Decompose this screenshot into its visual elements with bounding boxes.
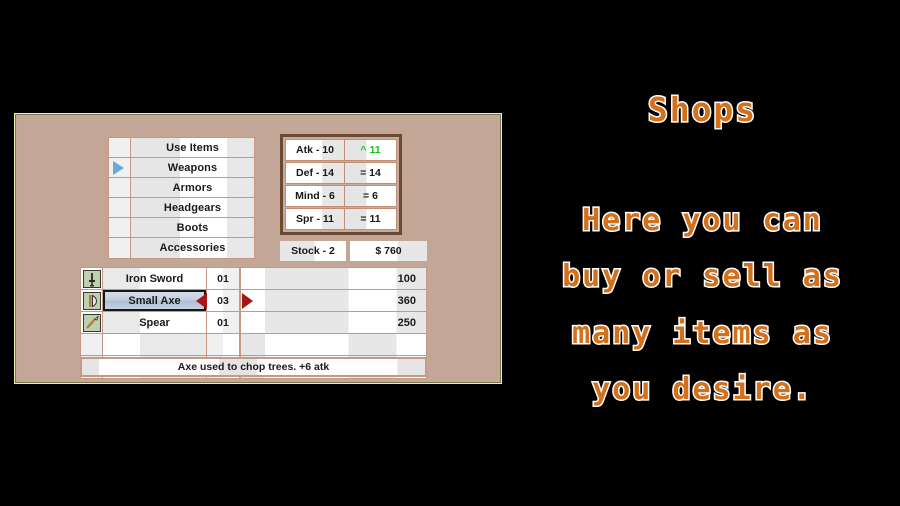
stats-panel: Atk - 10 ^ 11 Def - 14 = 14 Mind - 6 = 6 Spr -… bbox=[280, 134, 402, 235]
callout-line: buy or sell as bbox=[561, 258, 843, 296]
item-quantity-cell bbox=[206, 334, 240, 355]
category-label: Use Items bbox=[166, 141, 219, 154]
item-name: Spear bbox=[139, 316, 170, 329]
quantity-arrow-wrap bbox=[240, 290, 254, 311]
item-name: Iron Sword bbox=[125, 272, 184, 285]
category-cursor-cell bbox=[109, 238, 131, 258]
item-row[interactable]: Iron Sword 01 100 bbox=[81, 268, 426, 290]
item-icon-cell bbox=[81, 268, 103, 289]
callout-body: Here you can buy or sell as many items as y… bbox=[505, 193, 900, 419]
callout-line: many items as bbox=[571, 314, 833, 352]
category-cursor-cell bbox=[109, 158, 131, 177]
stat-row: Spr - 11 = 11 bbox=[285, 208, 397, 230]
stock-display: Stock - 2 bbox=[280, 241, 346, 261]
category-row-boots[interactable]: Boots bbox=[109, 218, 254, 238]
stat-row: Def - 14 = 14 bbox=[285, 162, 397, 184]
sword-icon bbox=[82, 269, 101, 288]
item-quantity-cell: 01 bbox=[206, 312, 240, 333]
category-row-headgears[interactable]: Headgears bbox=[109, 198, 254, 218]
callout-line: you desire. bbox=[591, 371, 813, 409]
category-row-weapons[interactable]: Weapons bbox=[109, 158, 254, 178]
item-price-cell: 360 bbox=[240, 290, 426, 311]
selection-arrow-left-icon bbox=[196, 292, 207, 309]
money-display: $ 760 bbox=[350, 241, 427, 261]
callout-line: Here you can bbox=[581, 201, 823, 239]
item-icon-cell bbox=[81, 312, 103, 333]
stat-name: Spr - 11 bbox=[286, 209, 344, 229]
item-price-cell: 100 bbox=[240, 268, 426, 289]
stock-money-row: Stock - 2 $ 760 bbox=[280, 241, 427, 261]
category-cursor-cell bbox=[109, 198, 131, 217]
stat-name: Atk - 10 bbox=[286, 140, 344, 160]
category-cursor-cell bbox=[109, 218, 131, 237]
category-label-cell: Use Items bbox=[131, 138, 254, 157]
item-name-cell bbox=[103, 334, 206, 355]
item-name-cell: Spear bbox=[103, 312, 206, 333]
category-label-cell: Weapons bbox=[131, 158, 254, 177]
item-row-empty bbox=[81, 334, 426, 356]
category-row-armors[interactable]: Armors bbox=[109, 178, 254, 198]
category-cursor-cell bbox=[109, 138, 131, 157]
stat-name: Def - 14 bbox=[286, 163, 344, 183]
category-menu: Use Items Weapons Armors Headgears Boots Acce… bbox=[108, 137, 255, 259]
selection-arrow-right-icon bbox=[242, 292, 253, 309]
stat-row: Atk - 10 ^ 11 bbox=[285, 139, 397, 161]
category-label-cell: Armors bbox=[131, 178, 254, 197]
stat-value: = 6 bbox=[344, 186, 396, 206]
selection-cursor-icon bbox=[113, 160, 124, 175]
shop-window: Use Items Weapons Armors Headgears Boots Acce… bbox=[14, 113, 502, 384]
item-quantity-cell: 01 bbox=[206, 268, 240, 289]
stat-row: Mind - 6 = 6 bbox=[285, 185, 397, 207]
category-label: Headgears bbox=[163, 201, 222, 214]
category-label: Boots bbox=[176, 221, 209, 234]
item-description-bar: Axe used to chop trees. +6 atk bbox=[80, 357, 427, 377]
category-row-accessories[interactable]: Accessories bbox=[109, 238, 254, 258]
callout-title: Shops bbox=[646, 89, 758, 131]
category-label-cell: Headgears bbox=[131, 198, 254, 217]
item-row[interactable]: Small Axe 03 360 bbox=[81, 290, 426, 312]
item-icon-cell bbox=[81, 290, 103, 311]
item-icon-cell bbox=[81, 334, 103, 355]
item-price-cell bbox=[240, 334, 426, 355]
stat-name: Mind - 6 bbox=[286, 186, 344, 206]
screen-root: Use Items Weapons Armors Headgears Boots Acce… bbox=[0, 0, 900, 506]
category-label-cell: Boots bbox=[131, 218, 254, 237]
category-label-cell: Accessories bbox=[131, 238, 254, 258]
axe-icon bbox=[82, 291, 101, 310]
category-cursor-cell bbox=[109, 178, 131, 197]
shop-window-inner: Use Items Weapons Armors Headgears Boots Acce… bbox=[18, 117, 498, 380]
item-price-cell: 250 bbox=[240, 312, 426, 333]
category-label: Accessories bbox=[159, 242, 226, 254]
stat-value: = 14 bbox=[344, 163, 396, 183]
stat-value: = 11 bbox=[344, 209, 396, 229]
item-name: Small Axe bbox=[128, 294, 181, 307]
spear-icon bbox=[82, 313, 101, 332]
item-quantity-cell: 03 bbox=[206, 290, 240, 311]
category-label: Weapons bbox=[167, 161, 218, 174]
item-row[interactable]: Spear 01 250 bbox=[81, 312, 426, 334]
item-name-cell: Small Axe bbox=[103, 290, 207, 311]
callout-panel: Shops Here you can buy or sell as many ite… bbox=[505, 80, 900, 420]
stat-value: ^ 11 bbox=[344, 140, 396, 160]
category-label: Armors bbox=[172, 181, 213, 194]
item-name-cell: Iron Sword bbox=[103, 268, 206, 289]
category-row-use-items[interactable]: Use Items bbox=[109, 138, 254, 158]
